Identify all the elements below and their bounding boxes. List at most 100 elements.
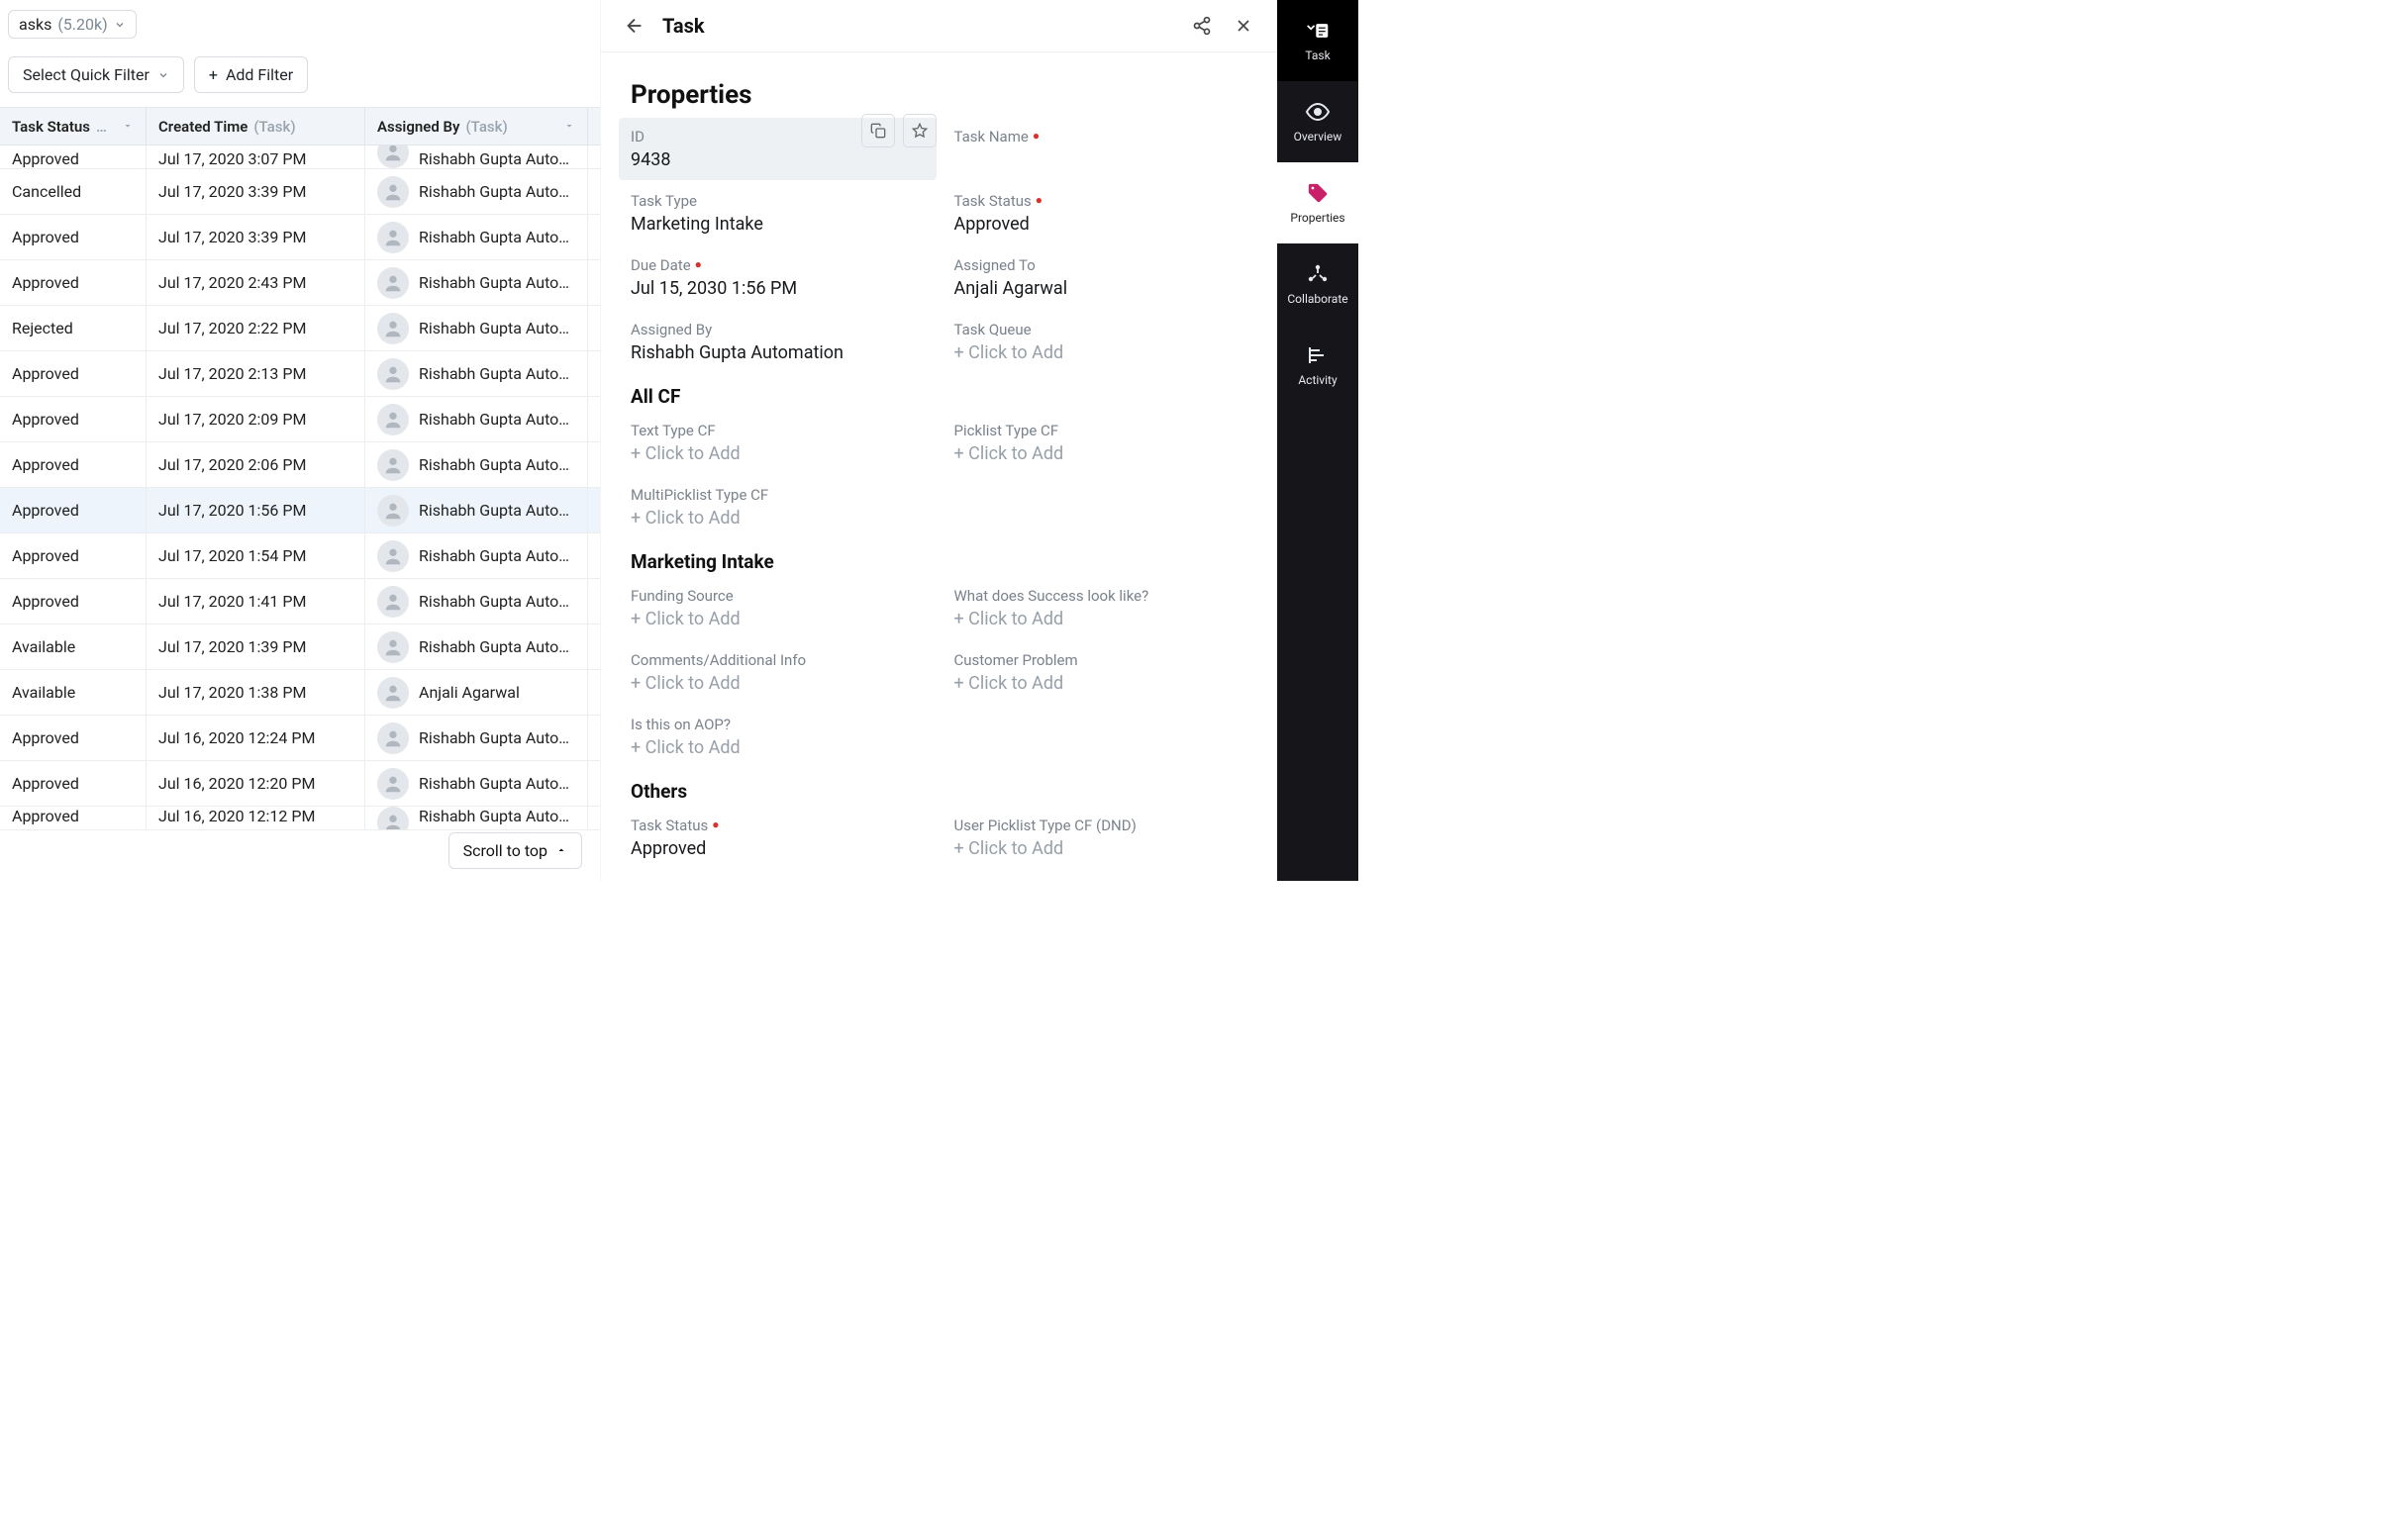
col-created-time[interactable]: Created Time (Task) bbox=[147, 108, 365, 144]
field-value: 9438 bbox=[631, 149, 925, 170]
add-filter-button[interactable]: + Add Filter bbox=[194, 56, 308, 93]
prop-task-name[interactable]: Task Name● bbox=[954, 128, 1248, 170]
nav-properties[interactable]: Properties bbox=[1277, 162, 1358, 243]
cell-status: Available bbox=[0, 625, 147, 669]
prop-multipicklist-cf[interactable]: MultiPicklist Type CF + Click to Add bbox=[631, 486, 925, 529]
table-row[interactable]: ApprovedJul 17, 2020 1:56 PMRishabh Gupt… bbox=[0, 488, 600, 533]
cell-created: Jul 17, 2020 2:13 PM bbox=[147, 351, 365, 396]
favorite-button[interactable] bbox=[903, 114, 937, 147]
table-row[interactable]: RejectedJul 17, 2020 2:22 PMRishabh Gupt… bbox=[0, 306, 600, 351]
table-row[interactable]: ApprovedJul 17, 2020 3:39 PMRishabh Gupt… bbox=[0, 215, 600, 260]
sort-icon[interactable] bbox=[122, 118, 134, 136]
prop-id[interactable]: ID 9438 bbox=[619, 118, 937, 180]
table-row[interactable]: ApprovedJul 17, 2020 2:13 PMRishabh Gupt… bbox=[0, 351, 600, 397]
field-label: Task Status● bbox=[954, 192, 1248, 210]
nav-collaborate[interactable]: Collaborate bbox=[1277, 243, 1358, 325]
field-value: + Click to Add bbox=[954, 838, 1248, 859]
table-row[interactable]: AvailableJul 17, 2020 1:38 PMAnjali Agar… bbox=[0, 670, 600, 716]
plus-icon: + bbox=[209, 65, 218, 84]
field-label: MultiPicklist Type CF bbox=[631, 486, 925, 504]
back-button[interactable] bbox=[621, 12, 648, 40]
table-row[interactable]: ApprovedJul 17, 2020 2:09 PMRishabh Gupt… bbox=[0, 397, 600, 442]
col-label: Created Time bbox=[158, 118, 248, 136]
cell-created: Jul 17, 2020 1:56 PM bbox=[147, 488, 365, 532]
prop-comments[interactable]: Comments/Additional Info + Click to Add bbox=[631, 651, 925, 694]
cell-created: Jul 16, 2020 12:24 PM bbox=[147, 716, 365, 760]
chevron-down-icon bbox=[157, 69, 169, 81]
col-task-status[interactable]: Task Status… bbox=[0, 108, 147, 144]
table-row[interactable]: ApprovedJul 17, 2020 1:54 PMRishabh Gupt… bbox=[0, 533, 600, 579]
tasks-table: Task Status… Created Time (Task) Assigne… bbox=[0, 107, 600, 881]
avatar-icon bbox=[377, 495, 409, 527]
table-row[interactable]: CancelledJul 17, 2020 3:39 PMRishabh Gup… bbox=[0, 169, 600, 215]
cell-created: Jul 17, 2020 2:22 PM bbox=[147, 306, 365, 350]
col-assigned-by[interactable]: Assigned By (Task) bbox=[365, 108, 588, 144]
field-label: Text Type CF bbox=[631, 422, 925, 439]
cell-assigned-by: Rishabh Gupta Automa… bbox=[365, 625, 588, 669]
nav-overview[interactable]: Overview bbox=[1277, 81, 1358, 162]
cell-status: Approved bbox=[0, 488, 147, 532]
prop-task-status[interactable]: Task Status● Approved bbox=[954, 192, 1248, 235]
properties-heading: Properties bbox=[631, 80, 1247, 110]
cell-status: Rejected bbox=[0, 306, 147, 350]
prop-text-cf[interactable]: Text Type CF + Click to Add bbox=[631, 422, 925, 464]
cell-status: Approved bbox=[0, 716, 147, 760]
caret-up-icon bbox=[555, 841, 567, 860]
view-label: asks bbox=[19, 15, 51, 34]
prop-assigned-to[interactable]: Assigned To Anjali Agarwal bbox=[954, 256, 1248, 299]
sort-icon[interactable] bbox=[563, 118, 575, 136]
add-filter-label: Add Filter bbox=[226, 65, 293, 84]
others-heading: Others bbox=[631, 780, 1247, 803]
prop-task-queue[interactable]: Task Queue + Click to Add bbox=[954, 321, 1248, 363]
table-row[interactable]: ApprovedJul 17, 2020 3:07 PMRishabh Gupt… bbox=[0, 145, 600, 169]
prop-task-type[interactable]: Task Type Marketing Intake bbox=[631, 192, 925, 235]
cell-status: Approved bbox=[0, 145, 147, 168]
table-row[interactable]: ApprovedJul 17, 2020 2:06 PMRishabh Gupt… bbox=[0, 442, 600, 488]
prop-picklist-cf[interactable]: Picklist Type CF + Click to Add bbox=[954, 422, 1248, 464]
cell-created: Jul 16, 2020 12:20 PM bbox=[147, 761, 365, 806]
assigned-by-name: Rishabh Gupta Automa… bbox=[419, 728, 575, 747]
chevron-down-icon bbox=[114, 19, 126, 31]
cell-status: Approved bbox=[0, 397, 147, 441]
assigned-by-name: Anjali Agarwal bbox=[419, 683, 520, 702]
cell-status: Approved bbox=[0, 260, 147, 305]
cell-assigned-by: Rishabh Gupta Automa… bbox=[365, 397, 588, 441]
prop-due-date[interactable]: Due Date● Jul 15, 2030 1:56 PM bbox=[631, 256, 925, 299]
nav-task[interactable]: Task bbox=[1277, 0, 1358, 81]
prop-aop[interactable]: Is this on AOP? + Click to Add bbox=[631, 716, 925, 758]
prop-user-picklist[interactable]: User Picklist Type CF (DND) + Click to A… bbox=[954, 817, 1248, 859]
table-row[interactable]: ApprovedJul 16, 2020 12:24 PM Rishabh Gup… bbox=[0, 716, 600, 761]
allcf-heading: All CF bbox=[631, 385, 1247, 408]
share-button[interactable] bbox=[1188, 12, 1216, 40]
prop-funding-source[interactable]: Funding Source + Click to Add bbox=[631, 587, 925, 629]
prop-customer-problem[interactable]: Customer Problem + Click to Add bbox=[954, 651, 1248, 694]
assigned-by-name: Rishabh Gupta Automa… bbox=[419, 774, 575, 793]
table-row[interactable]: ApprovedJul 17, 2020 2:43 PMRishabh Gupt… bbox=[0, 260, 600, 306]
table-row[interactable]: AvailableJul 17, 2020 1:39 PMRishabh Gup… bbox=[0, 625, 600, 670]
prop-others-status[interactable]: Task Status● Approved bbox=[631, 817, 925, 859]
copy-button[interactable] bbox=[861, 114, 895, 147]
cell-assigned-by: Rishabh Gupta Automa… bbox=[365, 145, 588, 168]
table-row[interactable]: ApprovedJul 16, 2020 12:20 PMRishabh Gup… bbox=[0, 761, 600, 807]
view-selector[interactable]: asks (5.20k) bbox=[8, 10, 137, 39]
prop-assigned-by[interactable]: Assigned By Rishabh Gupta Automation bbox=[631, 321, 925, 363]
assigned-by-name: Rishabh Gupta Automa… bbox=[419, 228, 575, 246]
nav-activity[interactable]: Activity bbox=[1277, 325, 1358, 406]
table-row[interactable]: ApprovedJul 17, 2020 1:41 PMRishabh Gupt… bbox=[0, 579, 600, 625]
field-label: Due Date● bbox=[631, 256, 925, 274]
prop-success[interactable]: What does Success look like? + Click to … bbox=[954, 587, 1248, 629]
cell-created: Jul 17, 2020 3:07 PM bbox=[147, 145, 365, 168]
scroll-to-top-button[interactable]: Scroll to top bbox=[448, 832, 582, 869]
table-row[interactable]: ApprovedJul 16, 2020 12:12 PMRishabh Gup… bbox=[0, 807, 600, 830]
assigned-by-name: Rishabh Gupta Automa… bbox=[419, 592, 575, 611]
col-sublabel: (Task) bbox=[465, 118, 507, 136]
cell-status: Available bbox=[0, 670, 147, 715]
avatar-icon bbox=[377, 768, 409, 800]
field-label: Customer Problem bbox=[954, 651, 1248, 669]
close-button[interactable] bbox=[1230, 12, 1257, 40]
field-value: + Click to Add bbox=[954, 342, 1248, 363]
quick-filter-button[interactable]: Select Quick Filter bbox=[8, 56, 184, 93]
avatar-icon bbox=[377, 540, 409, 572]
field-label: What does Success look like? bbox=[954, 587, 1248, 605]
cell-assigned-by: Rishabh Gupta Automa… bbox=[365, 716, 588, 760]
